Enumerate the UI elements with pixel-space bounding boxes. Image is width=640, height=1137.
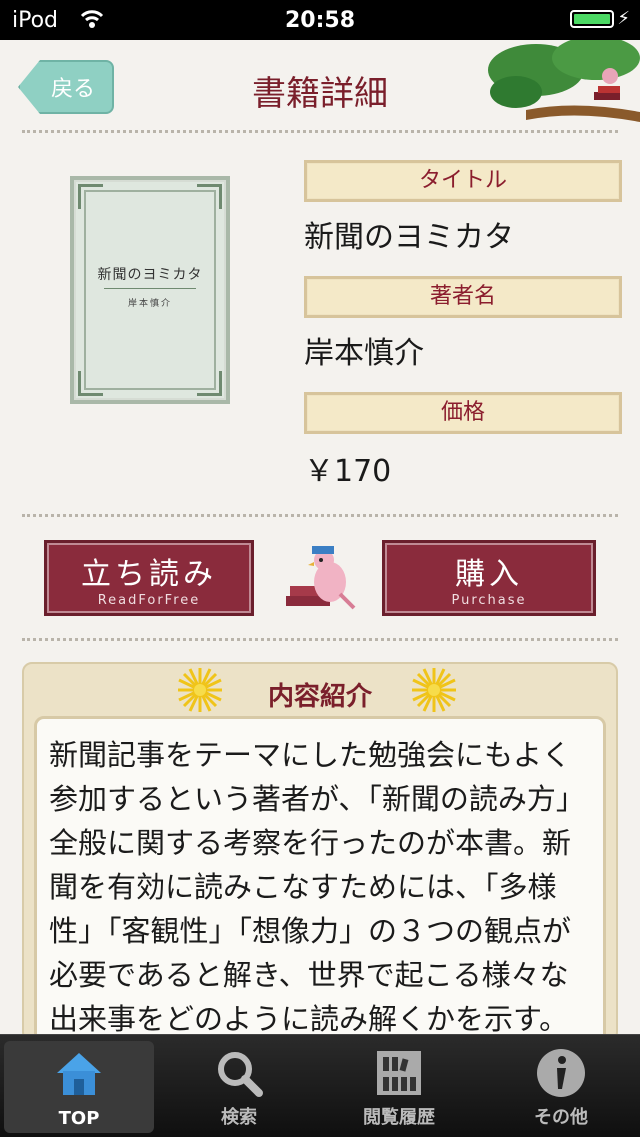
tab-other[interactable]: その他: [486, 1041, 636, 1133]
tab-label: TOP: [58, 1108, 100, 1129]
tree-branch-decoration: [488, 40, 640, 122]
status-bar: iPod 20:58 ⚡: [0, 0, 640, 40]
flower-icon: [412, 668, 456, 712]
history-icon: [377, 1051, 421, 1095]
book-author: 岸本慎介: [304, 336, 424, 371]
tab-label: 閲覧履歴: [363, 1107, 435, 1128]
tab-bar: TOP 検索 閲覧履歴 その他: [0, 1034, 640, 1137]
tab-history[interactable]: 閲覧履歴: [324, 1041, 474, 1133]
tab-label: その他: [534, 1107, 588, 1128]
search-icon: [218, 1052, 263, 1097]
price-label: 価格: [304, 392, 622, 434]
divider: [22, 514, 618, 517]
purchase-button-label: 購入: [455, 557, 523, 592]
bird-mascot-icon: [286, 546, 356, 610]
tab-search[interactable]: 検索: [164, 1041, 314, 1133]
book-title: 新聞のヨミカタ: [304, 220, 514, 255]
author-label: 著者名: [304, 276, 622, 318]
purchase-button-sublabel: Purchase: [451, 593, 527, 608]
description-text: 新聞記事をテーマにした勉強会にもよく参加するという著者が、「新聞の読み方」全般に…: [49, 738, 585, 1036]
cover-title: 新聞のヨミカタ: [97, 267, 203, 283]
read-button-label: 立ち読み: [81, 557, 217, 592]
book-cover: 新聞のヨミカタ 岸本慎介: [70, 176, 230, 404]
battery-icon: [570, 10, 614, 28]
book-price: ￥170: [304, 454, 392, 489]
title-label: タイトル: [304, 160, 622, 202]
description-heading: 内容紹介: [267, 682, 372, 712]
divider: [22, 638, 618, 641]
cover-author: 岸本慎介: [127, 299, 172, 309]
description-scroll-area[interactable]: 新聞記事をテーマにした勉強会にもよく参加するという著者が、「新聞の読み方」全般に…: [34, 716, 606, 1046]
divider: [22, 130, 618, 133]
tab-top[interactable]: TOP: [4, 1041, 154, 1133]
status-time: 20:58: [284, 8, 356, 33]
read-for-free-button[interactable]: 立ち読み ReadForFree: [44, 540, 254, 616]
tab-label: 検索: [221, 1107, 257, 1128]
read-button-sublabel: ReadForFree: [97, 593, 201, 608]
purchase-button[interactable]: 購入 Purchase: [382, 540, 596, 616]
info-icon: [537, 1049, 585, 1097]
home-icon: [57, 1053, 101, 1095]
charging-icon: ⚡: [617, 8, 630, 29]
